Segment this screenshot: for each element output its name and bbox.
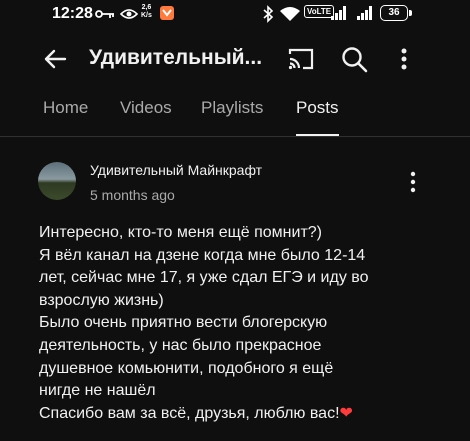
signal-icon [331, 6, 346, 20]
app-notification-icon [160, 6, 174, 20]
post-line: деятельность, у нас было прекрасное [39, 336, 322, 354]
post-line: лет, сейчас мне 17, я уже сдал ЕГЭ и иду… [39, 269, 369, 287]
post-line: нигде не нашёл [39, 382, 156, 400]
battery-icon: 36 [380, 5, 412, 21]
channel-title: Удивительный... [89, 46, 263, 69]
avatar[interactable] [38, 162, 76, 200]
post-options-icon[interactable] [407, 170, 419, 194]
tab-home[interactable]: Home [43, 98, 88, 132]
key-icon [95, 10, 114, 18]
post-text: Интересно, кто-то меня ещё помнит?) Я вё… [39, 222, 459, 425]
speed-value: 2,6 [141, 4, 152, 11]
speed-unit: K/s [141, 12, 152, 19]
post-line: Я вёл канал на дзене когда мне было 12-1… [39, 246, 366, 264]
status-bar: 12:28 2,6 K/s VoLTE 36 [0, 0, 470, 30]
search-icon[interactable] [340, 45, 368, 73]
post-time: 5 months ago [90, 187, 175, 203]
tab-videos[interactable]: Videos [120, 98, 172, 132]
heart-emoji: ❤ [339, 404, 353, 422]
eye-icon [120, 9, 138, 19]
app-bar: Удивительный... [0, 34, 470, 84]
volte-badge: VoLTE [304, 5, 335, 18]
post-line: взрослую жизнь) [39, 291, 164, 309]
post-line: Спасибо вам за всё, друзья, люблю вас! [39, 404, 340, 422]
status-time: 12:28 [52, 5, 93, 22]
cast-icon[interactable] [287, 46, 315, 72]
more-options-icon[interactable] [396, 46, 412, 72]
tab-playlists[interactable]: Playlists [201, 98, 263, 132]
signal-icon-2 [357, 6, 372, 20]
bluetooth-icon [263, 5, 274, 23]
tab-posts[interactable]: Posts [296, 98, 339, 136]
channel-tabs: Home Videos Playlists Posts [0, 92, 470, 137]
wifi-icon [280, 7, 300, 21]
post-line: душевное комьюнити, подобного я ещё [39, 359, 334, 377]
post-line: Было очень приятно вести блогерскую [39, 314, 328, 332]
post-line: Интересно, кто-то меня ещё помнит?) [39, 224, 322, 241]
post-author[interactable]: Удивительный Майнкрафт [90, 162, 262, 178]
back-arrow-icon[interactable] [42, 46, 68, 72]
network-speed: 2,6 K/s [141, 4, 152, 20]
post-line-last: Спасибо вам за всё, друзья, люблю вас!❤ [39, 403, 459, 426]
